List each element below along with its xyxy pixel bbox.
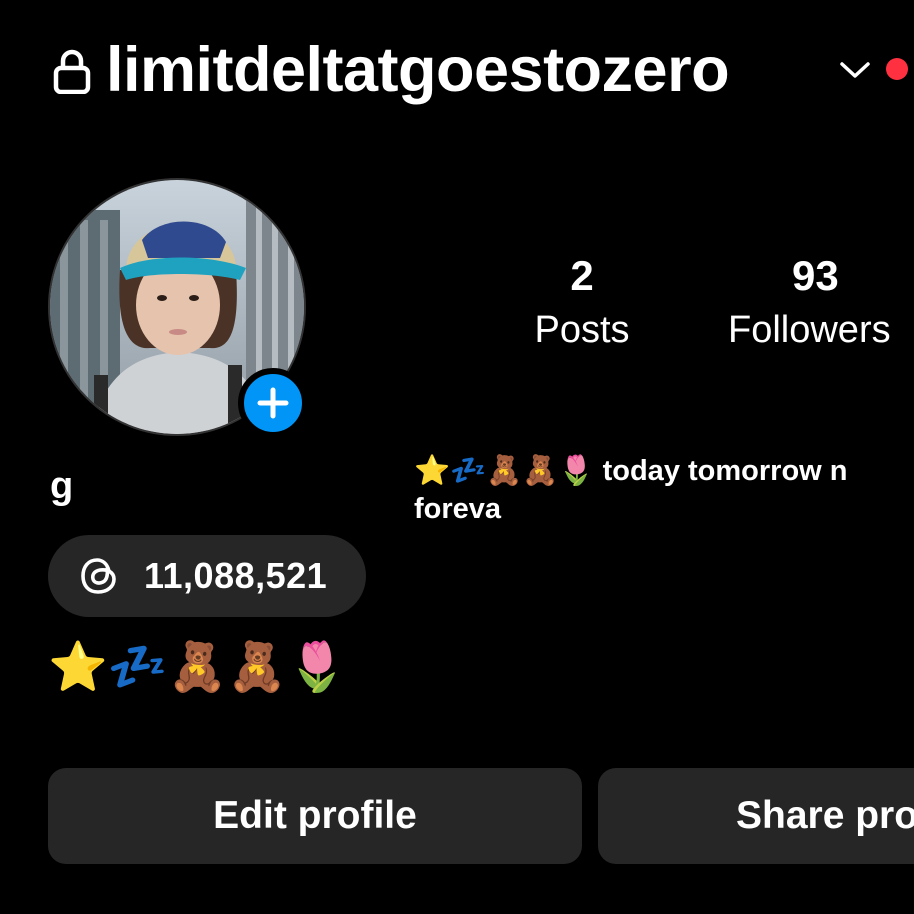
posts-count: 2 bbox=[570, 252, 594, 299]
add-story-button[interactable] bbox=[238, 368, 308, 438]
bio: ⭐💤🧸🧸🌷 bbox=[48, 641, 347, 694]
avatar-container[interactable] bbox=[48, 178, 308, 438]
posts-label: Posts bbox=[534, 309, 630, 351]
stat-followers[interactable]: 93 Followers bbox=[728, 248, 914, 356]
edit-profile-button[interactable]: Edit profile bbox=[48, 768, 582, 864]
followers-label: Followers bbox=[728, 309, 891, 351]
profile-note[interactable]: ⭐💤🧸🧸🌷 today tomorrow n foreva bbox=[414, 452, 874, 528]
profile-header: limitdeltatgoestozero bbox=[0, 0, 914, 150]
lock-icon bbox=[53, 49, 91, 94]
followers-count: 93 bbox=[792, 252, 839, 299]
threads-badge[interactable]: 11,088,521 bbox=[48, 535, 366, 617]
notification-dot bbox=[886, 58, 908, 80]
threads-icon bbox=[81, 558, 116, 594]
plus-icon bbox=[257, 387, 289, 419]
chevron-down-icon[interactable] bbox=[838, 58, 872, 82]
share-profile-label: Share profile bbox=[736, 794, 914, 837]
username[interactable]: limitdeltatgoestozero bbox=[106, 28, 730, 112]
threads-count: 11,088,521 bbox=[144, 555, 328, 596]
stat-posts[interactable]: 2 Posts bbox=[522, 248, 642, 356]
share-profile-button[interactable]: Share profile bbox=[598, 768, 914, 864]
display-name: g bbox=[50, 465, 74, 507]
